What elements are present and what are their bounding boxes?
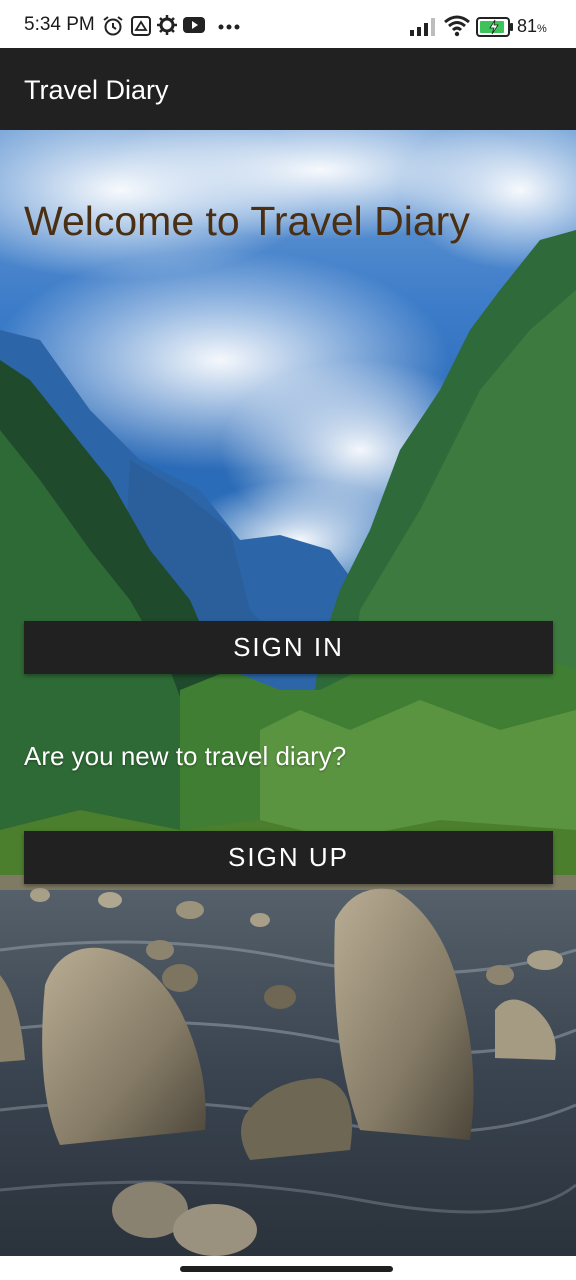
youtube-icon — [183, 17, 205, 33]
sign-in-button[interactable]: SIGN IN — [24, 621, 553, 674]
home-gesture-handle[interactable] — [180, 1266, 393, 1272]
status-bar: 5:34 PM 81% — [0, 0, 576, 48]
new-user-prompt: Are you new to travel diary? — [24, 741, 347, 771]
signal-icon — [410, 18, 435, 36]
battery-percent: 81% — [517, 16, 547, 36]
more-icon — [218, 24, 240, 30]
app-bar: Travel Diary — [0, 48, 576, 130]
app-title: Travel Diary — [24, 75, 169, 105]
wifi-icon — [444, 15, 470, 37]
share-icon — [131, 16, 151, 36]
background-landscape-image — [0, 130, 576, 1256]
sign-up-button[interactable]: SIGN UP — [24, 831, 553, 884]
navigation-bar — [0, 1256, 576, 1280]
status-time: 5:34 PM — [24, 14, 95, 35]
alarm-icon — [103, 16, 123, 36]
battery-icon — [476, 17, 513, 37]
gear-icon — [157, 15, 177, 35]
welcome-heading: Welcome to Travel Diary — [24, 198, 470, 244]
